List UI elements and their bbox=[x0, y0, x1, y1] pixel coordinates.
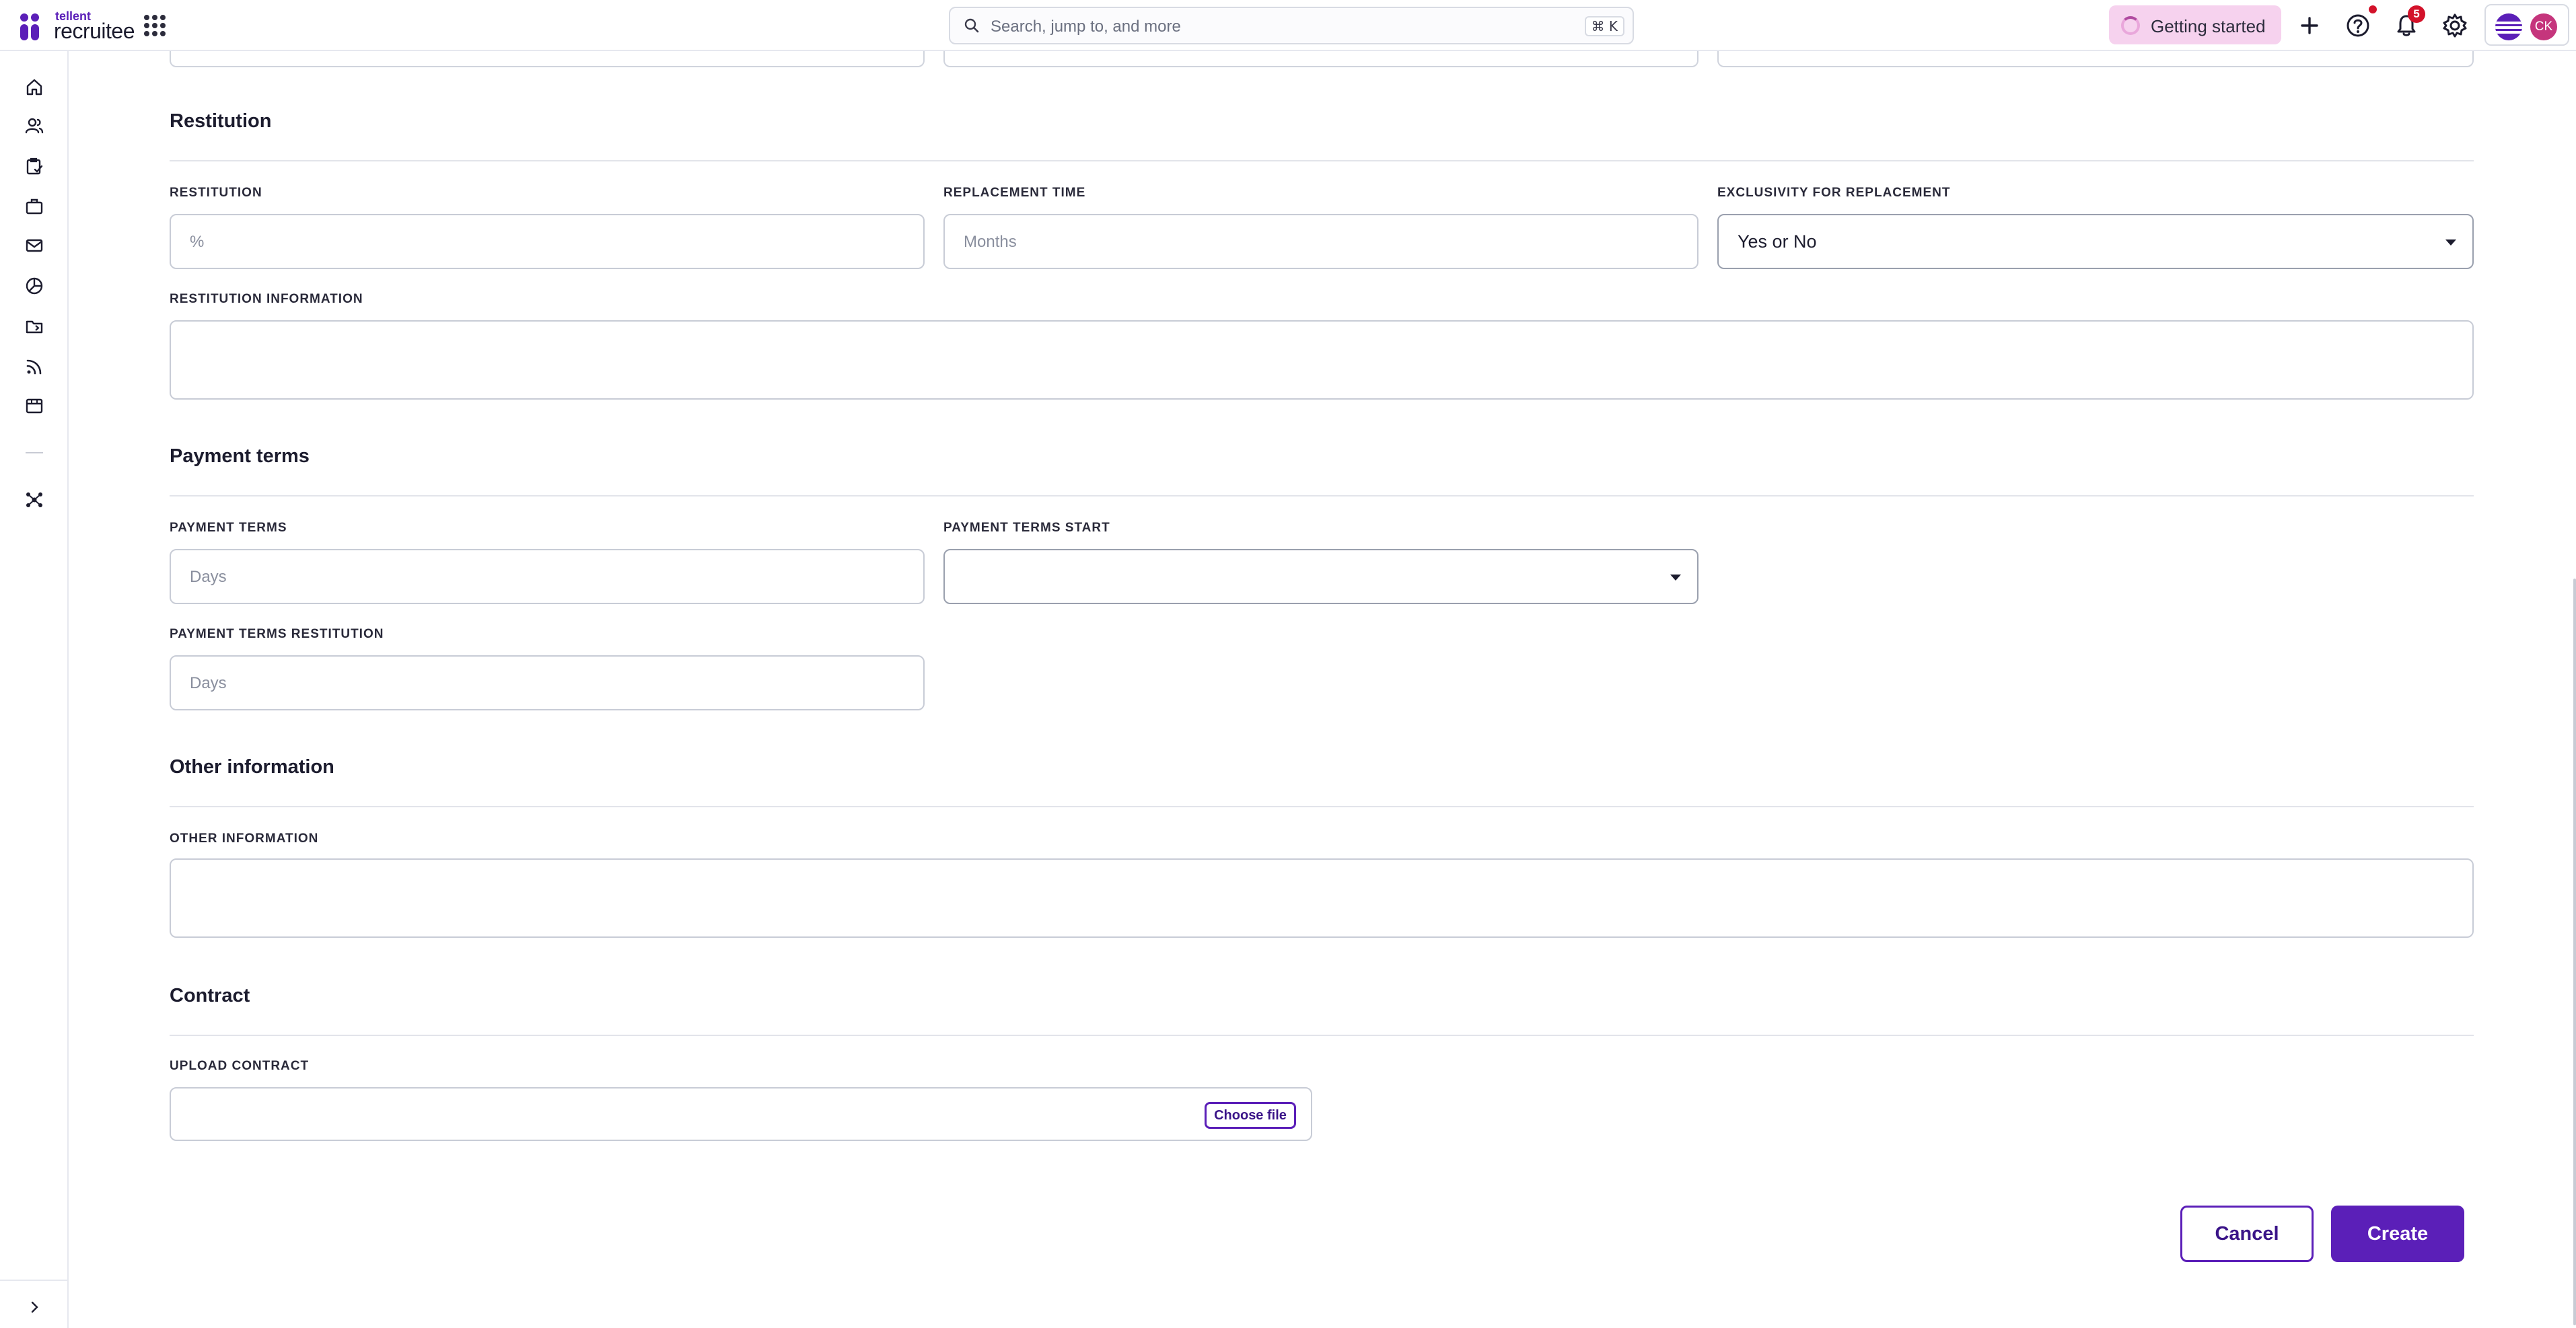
marketplace-icon[interactable] bbox=[24, 396, 44, 416]
profile-menu[interactable]: CK bbox=[2484, 4, 2569, 46]
contract-section-title: Contract bbox=[170, 985, 250, 1006]
restitution-label: RESTITUTION bbox=[170, 186, 262, 200]
mailbox-icon[interactable] bbox=[24, 235, 44, 256]
restitution-placeholder: % bbox=[190, 233, 205, 251]
scrollbar-thumb[interactable] bbox=[2573, 579, 2576, 1325]
payment-terms-restitution-label: PAYMENT TERMS RESTITUTION bbox=[170, 627, 384, 641]
payment-terms-restitution-placeholder: Days bbox=[190, 674, 227, 692]
search-placeholder: Search, jump to, and more bbox=[991, 17, 1181, 36]
replacement-time-input[interactable]: Months bbox=[943, 214, 1698, 269]
other-information-label: OTHER INFORMATION bbox=[170, 832, 319, 846]
recruitee-logo[interactable]: tellent recruitee bbox=[16, 8, 137, 43]
top-bar: tellent recruitee Search, jump to, and m… bbox=[0, 0, 2576, 51]
search-shortcut: ⌘ K bbox=[1584, 16, 1624, 36]
sidebar-bottom-divider bbox=[0, 1280, 67, 1281]
jobs-icon[interactable] bbox=[24, 196, 44, 217]
other-information-textarea[interactable] bbox=[170, 858, 2474, 938]
exclusivity-value: Yes or No bbox=[1738, 231, 1817, 252]
folder-icon[interactable] bbox=[24, 316, 44, 336]
chevron-right-icon[interactable] bbox=[26, 1298, 43, 1316]
create-button[interactable]: Create bbox=[2331, 1206, 2464, 1262]
exclusivity-select[interactable]: Yes or No bbox=[1717, 214, 2474, 269]
notification-badge: 5 bbox=[2408, 5, 2425, 23]
section-divider bbox=[170, 1035, 2474, 1036]
replacement-time-placeholder: Months bbox=[964, 233, 1017, 251]
apps-grid-icon[interactable] bbox=[144, 15, 166, 36]
tasks-icon[interactable] bbox=[24, 156, 44, 176]
choose-file-button[interactable]: Choose file bbox=[1205, 1102, 1296, 1129]
sidebar-divider bbox=[26, 452, 43, 453]
progress-ring-icon bbox=[2121, 16, 2140, 35]
section-divider bbox=[170, 495, 2474, 496]
cancel-button[interactable]: Cancel bbox=[2180, 1206, 2314, 1262]
company-logo bbox=[2495, 13, 2522, 40]
reports-icon[interactable] bbox=[24, 276, 44, 296]
restitution-information-label: RESTITUTION INFORMATION bbox=[170, 292, 363, 306]
avatar: CK bbox=[2530, 13, 2557, 40]
help-icon[interactable] bbox=[2345, 12, 2371, 39]
upload-contract-label: UPLOAD CONTRACT bbox=[170, 1059, 310, 1073]
home-icon[interactable] bbox=[24, 77, 44, 97]
section-divider bbox=[170, 806, 2474, 807]
search-input[interactable]: Search, jump to, and more ⌘ K bbox=[949, 7, 1634, 44]
logo-mark-icon bbox=[20, 13, 47, 40]
feed-icon[interactable] bbox=[24, 357, 44, 377]
brand-name: recruitee bbox=[54, 19, 135, 43]
payment-terms-restitution-input[interactable]: Days bbox=[170, 655, 925, 710]
getting-started-label: Getting started bbox=[2151, 16, 2266, 36]
getting-started-button[interactable]: Getting started bbox=[2109, 5, 2281, 44]
replacement-time-label: REPLACEMENT TIME bbox=[943, 186, 1086, 200]
restitution-input[interactable]: % bbox=[170, 214, 925, 269]
restitution-section-title: Restitution bbox=[170, 110, 272, 132]
gear-icon[interactable] bbox=[2441, 12, 2468, 39]
upload-contract-field[interactable]: Choose file bbox=[170, 1087, 1312, 1141]
payment-terms-section-title: Payment terms bbox=[170, 445, 310, 467]
help-unread-dot bbox=[2369, 5, 2377, 13]
sidebar bbox=[0, 51, 69, 1328]
payment-terms-start-label: PAYMENT TERMS START bbox=[943, 521, 1110, 535]
other-information-section-title: Other information bbox=[170, 756, 334, 778]
payment-terms-label: PAYMENT TERMS bbox=[170, 521, 287, 535]
exclusivity-label: EXCLUSIVITY FOR REPLACEMENT bbox=[1717, 186, 1951, 200]
plus-icon[interactable] bbox=[2296, 12, 2323, 39]
search-icon bbox=[964, 18, 979, 33]
section-divider bbox=[170, 160, 2474, 161]
integrations-icon[interactable] bbox=[24, 490, 44, 510]
restitution-information-textarea[interactable] bbox=[170, 320, 2474, 400]
payment-terms-input[interactable]: Days bbox=[170, 549, 925, 604]
payment-terms-start-select[interactable] bbox=[943, 549, 1698, 604]
chevron-down-icon bbox=[2445, 239, 2456, 246]
payment-terms-placeholder: Days bbox=[190, 568, 227, 586]
candidates-icon[interactable] bbox=[24, 116, 44, 136]
chevron-down-icon bbox=[1670, 575, 1681, 581]
